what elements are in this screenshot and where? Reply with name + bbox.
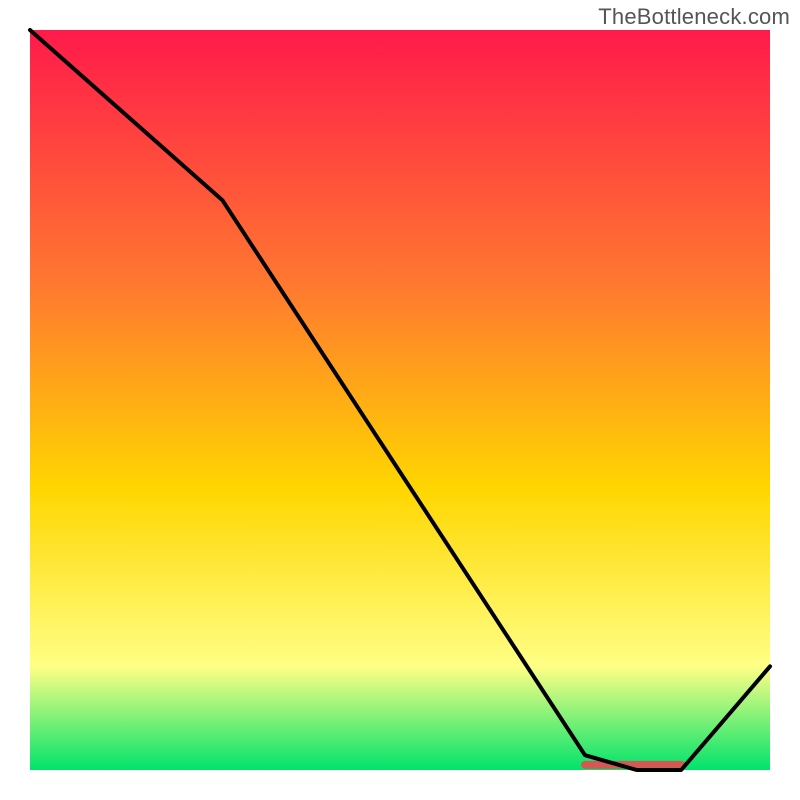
heatmap-background [30, 30, 770, 770]
chart-stage: TheBottleneck.com [0, 0, 800, 800]
bottleneck-chart [0, 0, 800, 800]
